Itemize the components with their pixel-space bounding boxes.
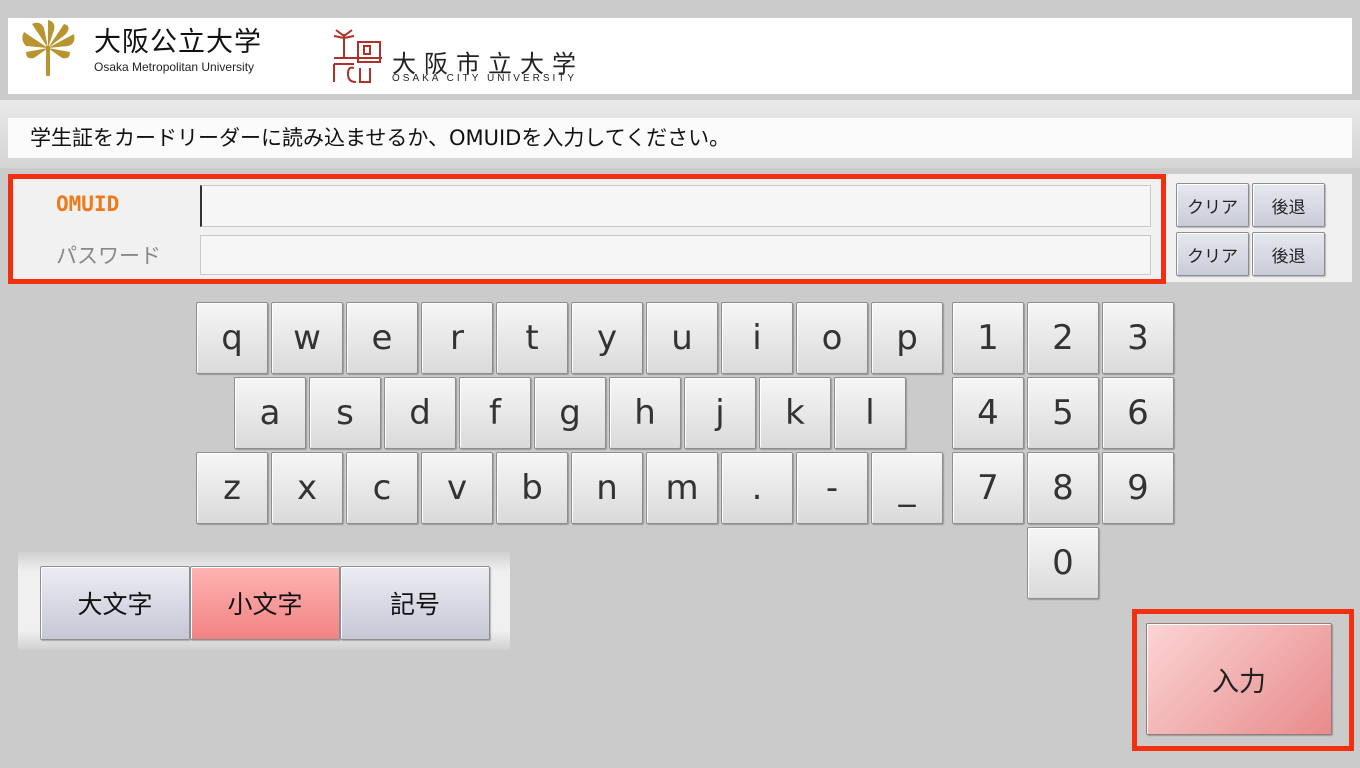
key-4[interactable]: 4 bbox=[952, 377, 1024, 449]
key-i[interactable]: i bbox=[721, 302, 793, 374]
key-y[interactable]: y bbox=[571, 302, 643, 374]
omuid-clear-button[interactable]: クリア bbox=[1176, 183, 1249, 227]
key-7[interactable]: 7 bbox=[952, 452, 1024, 524]
key-x[interactable]: x bbox=[271, 452, 343, 524]
key-b[interactable]: b bbox=[496, 452, 568, 524]
key-0[interactable]: 0 bbox=[1027, 527, 1099, 599]
key-underscore[interactable]: _ bbox=[871, 452, 943, 524]
key-q[interactable]: q bbox=[196, 302, 268, 374]
ocu-logo: 大阪市立大学 OSAKA CITY UNIVERSITY bbox=[330, 24, 590, 86]
omuid-backspace-button[interactable]: 後退 bbox=[1252, 183, 1325, 227]
key-w[interactable]: w bbox=[271, 302, 343, 374]
key-8[interactable]: 8 bbox=[1027, 452, 1099, 524]
key-1[interactable]: 1 bbox=[952, 302, 1024, 374]
ocu-logo-subtitle: OSAKA CITY UNIVERSITY bbox=[392, 73, 578, 84]
key-p[interactable]: p bbox=[871, 302, 943, 374]
key-period[interactable]: . bbox=[721, 452, 793, 524]
instruction-text: 学生証をカードリーダーに読み込ませるか、OMUIDを入力してください。 bbox=[8, 118, 1352, 158]
ocu-emblem-icon bbox=[333, 29, 382, 83]
key-m[interactable]: m bbox=[646, 452, 718, 524]
key-r[interactable]: r bbox=[421, 302, 493, 374]
key-z[interactable]: z bbox=[196, 452, 268, 524]
key-2[interactable]: 2 bbox=[1027, 302, 1099, 374]
key-6[interactable]: 6 bbox=[1102, 377, 1174, 449]
key-e[interactable]: e bbox=[346, 302, 418, 374]
key-h[interactable]: h bbox=[609, 377, 681, 449]
key-l[interactable]: l bbox=[834, 377, 906, 449]
key-f[interactable]: f bbox=[459, 377, 531, 449]
omu-logo-title: 大阪公立大学 bbox=[94, 27, 262, 58]
password-clear-button[interactable]: クリア bbox=[1176, 232, 1249, 276]
key-u[interactable]: u bbox=[646, 302, 718, 374]
password-backspace-button[interactable]: 後退 bbox=[1252, 232, 1325, 276]
key-3[interactable]: 3 bbox=[1102, 302, 1174, 374]
key-j[interactable]: j bbox=[684, 377, 756, 449]
enter-button[interactable]: 入力 bbox=[1146, 623, 1332, 735]
key-9[interactable]: 9 bbox=[1102, 452, 1174, 524]
key-o[interactable]: o bbox=[796, 302, 868, 374]
omu-ginkgo-icon bbox=[22, 20, 75, 76]
omu-logo: 大阪公立大学 Osaka Metropolitan University bbox=[18, 18, 278, 78]
key-s[interactable]: s bbox=[309, 377, 381, 449]
omu-logo-subtitle: Osaka Metropolitan University bbox=[94, 60, 255, 74]
lowercase-mode-button[interactable]: 小文字 bbox=[190, 566, 340, 640]
uppercase-mode-button[interactable]: 大文字 bbox=[40, 566, 190, 640]
key-hyphen[interactable]: - bbox=[796, 452, 868, 524]
key-k[interactable]: k bbox=[759, 377, 831, 449]
key-v[interactable]: v bbox=[421, 452, 493, 524]
key-c[interactable]: c bbox=[346, 452, 418, 524]
symbol-mode-button[interactable]: 記号 bbox=[340, 566, 490, 640]
key-d[interactable]: d bbox=[384, 377, 456, 449]
key-n[interactable]: n bbox=[571, 452, 643, 524]
credential-highlight-frame bbox=[8, 174, 1166, 284]
key-g[interactable]: g bbox=[534, 377, 606, 449]
key-a[interactable]: a bbox=[234, 377, 306, 449]
key-t[interactable]: t bbox=[496, 302, 568, 374]
key-5[interactable]: 5 bbox=[1027, 377, 1099, 449]
